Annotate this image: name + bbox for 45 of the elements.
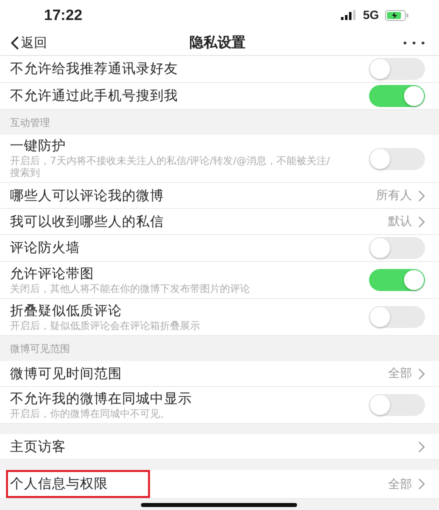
setting-label: 哪些人可以评论我的微博 [10,186,164,204]
setting-description: 关闭后，其他人将不能在你的微博下发布带图片的评论 [10,284,251,296]
setting-description: 开启后，你的微博在同城中不可见。 [10,408,171,420]
setting-value: 所有人 [376,187,412,204]
setting-label: 不允许给我推荐通讯录好友 [10,60,178,78]
setting-description: 开启后，7天内将不接收未关注人的私信/评论/转发/@消息，不能被关注/搜索到 [10,156,331,180]
setting-label: 不允许通过此手机号搜到我 [10,87,178,105]
chevron-icon [418,190,425,202]
setting-label: 允许评论带图 [10,264,94,282]
toggle-switch[interactable] [369,58,425,80]
battery-icon [385,10,409,20]
page-title: 隐私设置 [188,34,246,52]
back-button[interactable]: 返回 [10,34,90,52]
setting-label: 折叠疑似低质评论 [10,302,122,320]
setting-value: 全部 [388,365,412,382]
back-chevron-icon [10,36,19,50]
settings-link[interactable]: 我可以收到哪些人的私信 默认 [0,209,439,235]
toggle-switch[interactable] [369,306,425,328]
setting-value: 默认 [388,213,412,230]
settings-link[interactable]: 个人信息与权限 全部 [0,470,439,499]
setting-label: 我可以收到哪些人的私信 [10,212,164,230]
setting-label: 主页访客 [10,438,66,456]
chevron-icon [418,368,425,380]
setting-label: 微博可见时间范围 [10,364,122,382]
clock-time: 17:22 [44,6,84,24]
chevron-icon [418,440,425,452]
toggle-switch[interactable] [369,394,425,416]
setting-value: 全部 [388,476,412,492]
highlighted-label: 个人信息与权限 [8,472,148,496]
toggle-switch[interactable] [369,269,425,291]
more-icon[interactable] [403,40,425,44]
chevron-icon [418,478,425,490]
signal-icon [340,10,357,20]
toggle-switch[interactable] [369,237,425,259]
toggle-switch[interactable] [369,85,425,107]
setting-label: 一键防护 [10,137,66,155]
settings-link[interactable]: 微博可见时间范围 全部 [0,361,439,387]
setting-label: 不允许我的微博在同城中显示 [10,390,192,408]
network-label: 5G [362,8,379,22]
setting-label: 评论防火墙 [10,239,80,257]
settings-link[interactable]: 哪些人可以评论我的微博 所有人 [0,183,439,209]
chevron-icon [418,216,425,228]
toggle-switch[interactable] [369,148,425,170]
settings-link[interactable]: 主页访客 [0,434,439,460]
setting-description: 开启后，疑似低质评论会在评论箱折叠展示 [10,320,201,332]
